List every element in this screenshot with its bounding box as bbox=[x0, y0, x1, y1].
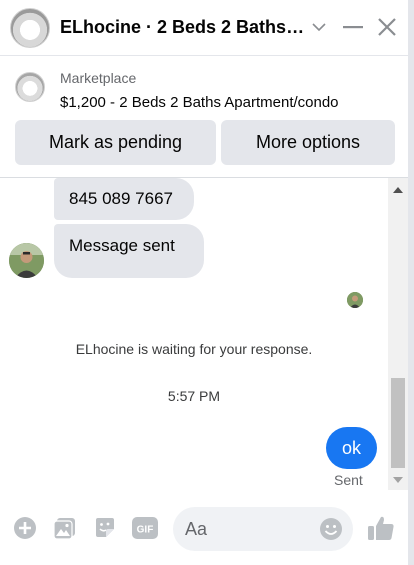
add-icon[interactable] bbox=[12, 515, 38, 541]
timestamp: 5:57 PM bbox=[167, 388, 221, 404]
sticker-icon[interactable] bbox=[92, 515, 118, 541]
more-options-button[interactable]: More options bbox=[221, 120, 395, 165]
chevron-down-icon[interactable] bbox=[306, 14, 332, 40]
like-icon[interactable] bbox=[366, 513, 396, 543]
message-input[interactable] bbox=[185, 507, 315, 551]
message-text: ok bbox=[341, 437, 361, 458]
chat-scrollbar[interactable] bbox=[388, 178, 408, 490]
chat-window: ELhocine · 2 Beds 2 Baths Apartment/cond… bbox=[0, 0, 408, 565]
scrollbar-thumb[interactable] bbox=[391, 378, 405, 468]
incoming-message[interactable]: 845 089 7667 bbox=[54, 178, 194, 220]
gif-icon[interactable]: GIF bbox=[132, 515, 158, 541]
message-input-container[interactable] bbox=[173, 507, 353, 551]
emoji-icon[interactable] bbox=[319, 517, 343, 541]
scroll-down-icon[interactable] bbox=[388, 472, 408, 488]
incoming-message[interactable]: Message sent bbox=[54, 224, 204, 278]
page-background-edge bbox=[408, 0, 414, 565]
svg-text:GIF: GIF bbox=[137, 525, 154, 536]
seen-indicator-avatar bbox=[347, 292, 363, 308]
photo-icon[interactable] bbox=[52, 515, 78, 541]
delivery-status: Sent bbox=[334, 472, 363, 488]
minimize-icon[interactable] bbox=[340, 14, 366, 40]
listing-title[interactable]: $1,200 - 2 Beds 2 Baths Apartment/condo bbox=[60, 94, 339, 111]
message-text: 845 089 7667 bbox=[69, 189, 173, 208]
message-text: Message sent bbox=[69, 236, 175, 255]
scroll-up-icon[interactable] bbox=[388, 182, 408, 198]
waiting-status: ELhocine is waiting for your response. bbox=[75, 341, 313, 357]
listing-thumbnail[interactable] bbox=[15, 72, 45, 102]
marketplace-label: Marketplace bbox=[60, 70, 137, 86]
chat-header[interactable]: ELhocine · 2 Beds 2 Baths Apartment/cond… bbox=[0, 0, 408, 56]
sender-avatar[interactable] bbox=[9, 243, 44, 278]
close-icon[interactable] bbox=[374, 14, 400, 40]
house-avatar[interactable] bbox=[10, 8, 50, 48]
mark-as-pending-button[interactable]: Mark as pending bbox=[15, 120, 216, 165]
chat-title[interactable]: ELhocine · 2 Beds 2 Baths Apartment/cond… bbox=[60, 17, 305, 38]
outgoing-message[interactable]: ok bbox=[326, 427, 377, 469]
